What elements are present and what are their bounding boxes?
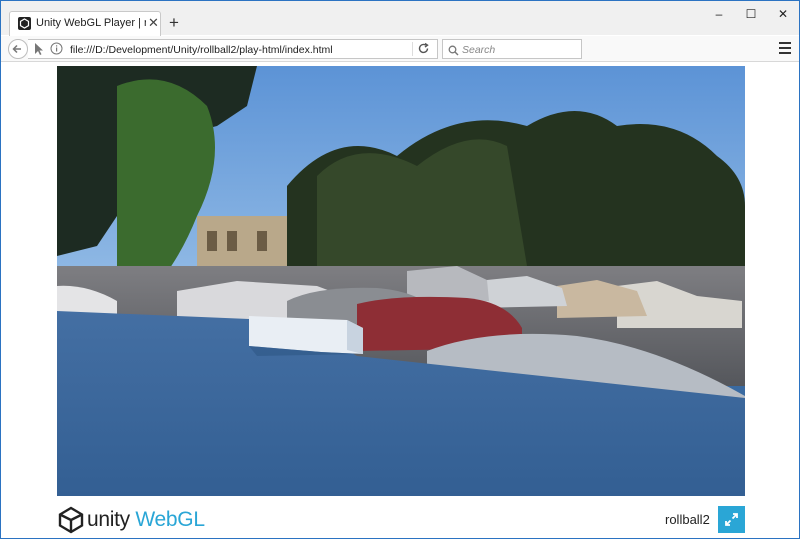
- logo-webgl-text: WebGL: [135, 508, 205, 531]
- fullscreen-button[interactable]: [718, 506, 745, 533]
- url-text: file:///D:/Development/Unity/rollball2/p…: [70, 44, 333, 56]
- arrow-left-icon: [12, 44, 21, 54]
- game-scene: [57, 66, 745, 496]
- tab-close-icon[interactable]: ✕: [148, 16, 159, 30]
- expand-icon: [725, 513, 738, 526]
- logo-unity-text: unity: [87, 508, 130, 531]
- url-divider: [412, 42, 413, 56]
- unity-favicon-icon: [18, 17, 31, 30]
- game-title: rollball2: [665, 512, 710, 527]
- tab-title: Unity WebGL Player | rollb...: [36, 17, 146, 29]
- search-bar[interactable]: Search: [442, 39, 582, 59]
- window-close-icon[interactable]: ✕: [773, 7, 793, 21]
- cursor-icon: [34, 42, 44, 59]
- maximize-icon[interactable]: ☐: [741, 7, 761, 21]
- menu-icon[interactable]: [779, 42, 791, 57]
- url-bar[interactable]: file:///D:/Development/Unity/rollball2/p…: [28, 39, 438, 59]
- search-icon: [448, 43, 459, 61]
- page-content: unity WebGL rollball2: [1, 63, 799, 538]
- search-placeholder: Search: [462, 44, 496, 56]
- minimize-icon[interactable]: –: [709, 7, 729, 21]
- new-tab-button[interactable]: +: [169, 14, 179, 31]
- logo-wordmark: unity WebGL: [87, 508, 205, 532]
- browser-window: Unity WebGL Player | rollb... ✕ + – ☐ ✕ …: [0, 0, 800, 539]
- navigation-bar: file:///D:/Development/Unity/rollball2/p…: [1, 36, 799, 62]
- unity-webgl-logo: unity WebGL: [57, 506, 205, 534]
- tab-unity-webgl-player[interactable]: Unity WebGL Player | rollb... ✕: [9, 11, 161, 36]
- info-icon[interactable]: [50, 42, 63, 58]
- unity-logo-icon: [58, 506, 84, 534]
- reload-icon[interactable]: [417, 42, 430, 58]
- tab-bar: Unity WebGL Player | rollb... ✕ + – ☐ ✕: [1, 1, 799, 36]
- unity-game-canvas[interactable]: [57, 66, 745, 496]
- back-button[interactable]: [8, 39, 28, 59]
